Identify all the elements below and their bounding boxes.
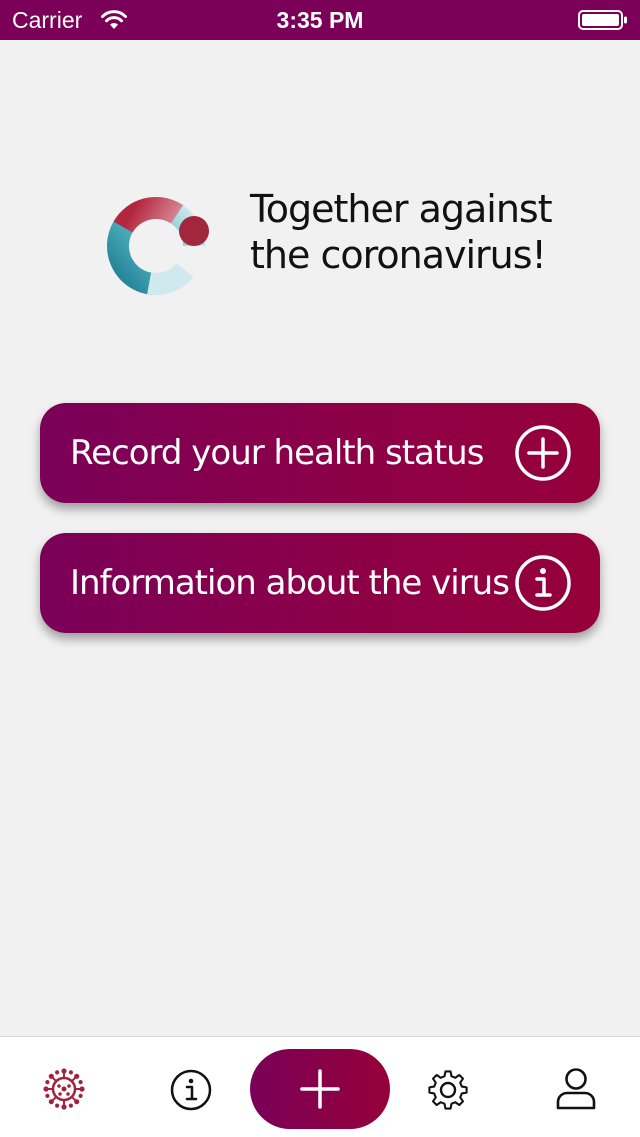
tab-bar [0,1036,640,1137]
plus-icon [300,1069,340,1109]
info-icon [170,1069,212,1111]
status-bar: Carrier 3:35 PM [0,0,640,40]
record-health-status-label: Record your health status [70,433,484,473]
status-time: 3:35 PM [276,7,364,33]
tab-home[interactable] [24,1037,104,1137]
tab-profile[interactable] [536,1037,616,1137]
virus-information-button[interactable]: Information about the virus [40,533,600,633]
virus-information-label: Information about the virus [70,563,510,603]
person-icon [556,1068,596,1110]
info-circle-icon [515,555,571,611]
tab-settings[interactable] [408,1037,488,1137]
tab-add-button[interactable] [250,1049,390,1129]
tagline-line-1: Together against [250,187,553,231]
virus-icon [43,1068,85,1110]
hero-section: Together against the coronavirus! [0,170,640,310]
battery-icon [578,10,627,30]
plus-circle-icon [515,425,571,481]
gear-icon [428,1070,468,1110]
ring-logo-icon [107,197,209,295]
tagline: Together against the coronavirus! [250,186,610,278]
tagline-line-2: the coronavirus! [250,233,547,277]
tab-info[interactable] [152,1037,232,1137]
record-health-status-button[interactable]: Record your health status [40,403,600,503]
